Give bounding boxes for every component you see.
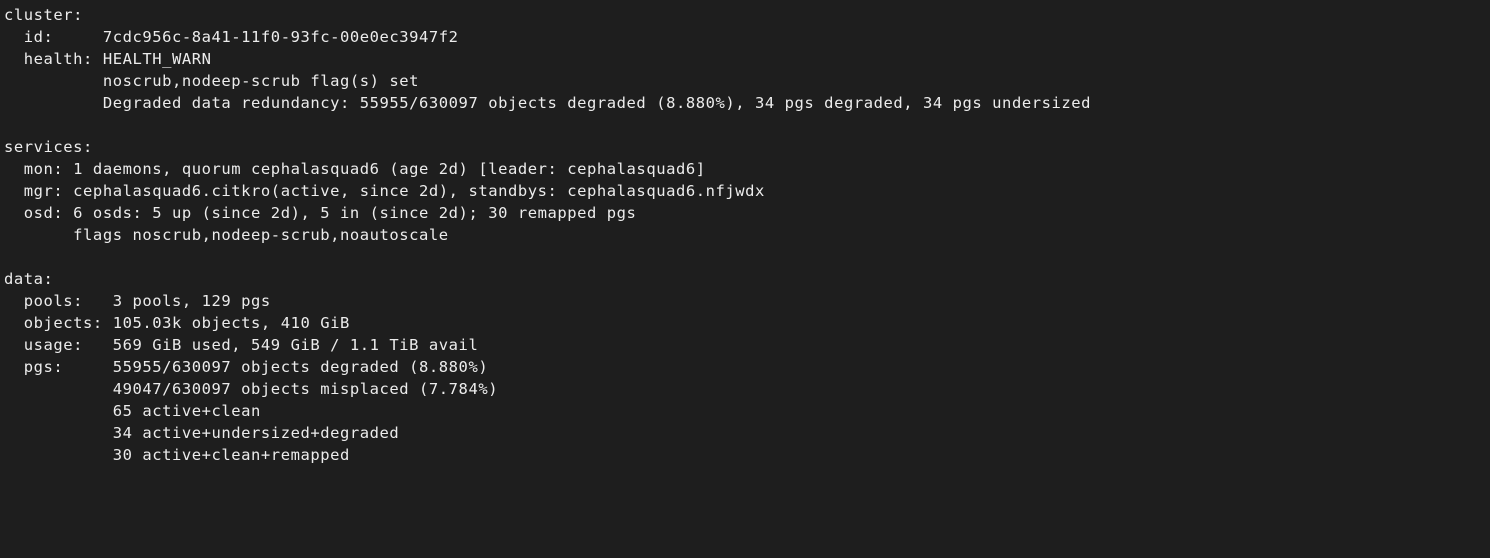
data-pgs-active-clean-line: 65 active+clean xyxy=(4,402,261,420)
data-heading: data: xyxy=(4,270,54,288)
data-pgs-undersized-degraded-line: 34 active+undersized+degraded xyxy=(4,424,400,442)
services-heading: services: xyxy=(4,138,93,156)
data-objects-line: objects: 105.03k objects, 410 GiB xyxy=(4,314,350,332)
services-osd-flags-line: flags noscrub,nodeep-scrub,noautoscale xyxy=(4,226,449,244)
data-pgs-line: pgs: 55955/630097 objects degraded (8.88… xyxy=(4,358,489,376)
health-detail-flags: noscrub,nodeep-scrub flag(s) set xyxy=(4,72,420,90)
services-osd-line: osd: 6 osds: 5 up (since 2d), 5 in (sinc… xyxy=(4,204,637,222)
health-detail-degraded: Degraded data redundancy: 55955/630097 o… xyxy=(4,94,1091,112)
cluster-heading: cluster: xyxy=(4,6,84,24)
services-mon-line: mon: 1 daemons, quorum cephalasquad6 (ag… xyxy=(4,160,706,178)
data-pgs-misplaced-line: 49047/630097 objects misplaced (7.784%) xyxy=(4,380,499,398)
data-pgs-clean-remapped-line: 30 active+clean+remapped xyxy=(4,446,350,464)
cluster-health-line: health: HEALTH_WARN xyxy=(4,50,212,68)
data-pools-line: pools: 3 pools, 129 pgs xyxy=(4,292,271,310)
cluster-id-line: id: 7cdc956c-8a41-11f0-93fc-00e0ec3947f2 xyxy=(4,28,459,46)
data-usage-line: usage: 569 GiB used, 549 GiB / 1.1 TiB a… xyxy=(4,336,479,354)
services-mgr-line: mgr: cephalasquad6.citkro(active, since … xyxy=(4,182,765,200)
terminal-window[interactable]: cluster: id: 7cdc956c-8a41-11f0-93fc-00e… xyxy=(0,0,1490,558)
